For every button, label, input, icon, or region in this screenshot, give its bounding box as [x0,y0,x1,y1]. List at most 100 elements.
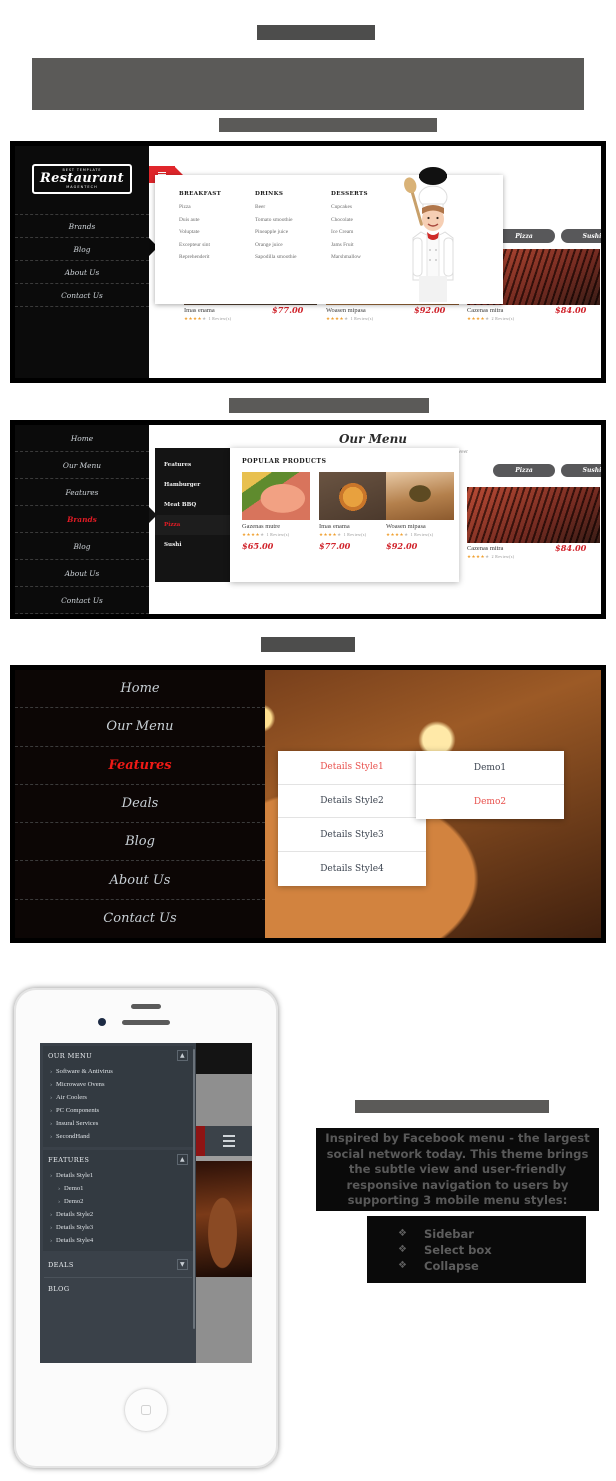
home-square-icon [141,1405,151,1415]
nav-item-contact-us[interactable]: Contact Us [15,900,265,938]
mobile-menu-item[interactable]: Air Coolers [43,1091,193,1104]
nav-item-features[interactable]: Features [15,747,265,785]
flyout-item-details-style4[interactable]: Details Style4 [278,852,426,886]
nav-item-deals[interactable]: Deals [15,785,265,824]
panel1-pill-sushi[interactable]: Sushi [561,229,601,243]
nav-item-blog[interactable]: Blog [15,238,149,261]
product-rating: ★★★★★ 2 Review(s) [467,554,515,559]
review-count: 1 Review(s) [343,533,367,537]
panel-megamenu-brands: Our Menu Lorem ipsum dolor sit amet, con… [10,420,606,619]
product-price: $77.00 [319,541,351,551]
mobile-menu-item[interactable]: Details Style4 [43,1234,193,1247]
submenu-item-meat-bbq[interactable]: Meat BBQ [155,495,230,515]
nav-item-about-us[interactable]: About Us [15,560,149,587]
mega-item[interactable]: Pineapple juice [255,229,331,235]
nav-item-our-menu[interactable]: Our Menu [15,452,149,479]
flyout-item-details-style1[interactable]: Details Style1 [278,751,426,785]
nav-item-about-us[interactable]: About Us [15,261,149,284]
mobile-menu-item[interactable]: SecondHand [43,1130,193,1143]
mobile-group-blog[interactable]: BLOG [40,1280,196,1298]
nav-item-about-us[interactable]: About Us [15,861,265,900]
mega-item[interactable]: Duis aute [179,217,255,223]
mobile-menu-item[interactable]: PC Components [43,1104,193,1117]
mobile-group-label: OUR MENU [48,1051,93,1060]
site-footer-strip [193,1277,252,1363]
mobile-group-deals[interactable]: DEALS ▼ [40,1254,196,1275]
mobile-menu-item[interactable]: Details Style2 [43,1208,193,1221]
submenu-item-features[interactable]: Features [155,455,230,475]
panel-vertical-menu-features: Home Our Menu Features Deals Blog About … [10,665,606,943]
bullet-item-collapse: ❖ Collapse [398,1258,588,1274]
mega-item[interactable]: Orange juice [255,242,331,248]
collapse-up-icon[interactable]: ▲ [177,1154,188,1165]
product-image [319,472,387,520]
submenu-item-sushi[interactable]: Sushi [155,535,230,555]
product-name: Cazenas mitra [467,307,504,314]
flyout-item-demo2[interactable]: Demo2 [416,785,564,819]
panel2-pill-sushi[interactable]: Sushi [561,464,601,477]
bullet-item-select-box: ❖ Select box [398,1242,588,1258]
flyout-item-details-style3[interactable]: Details Style3 [278,818,426,853]
nav-item-our-menu[interactable]: Our Menu [15,708,265,747]
nav-item-contact-us[interactable]: Contact Us [15,587,149,614]
panel2-pill-pizza[interactable]: Pizza [493,464,555,477]
popular-product-3[interactable]: Woasen mipasa ★★★★★ 1 Review(s) $92.00 [386,472,454,572]
nav-item-features[interactable]: Features [15,479,149,506]
mobile-menu-item[interactable]: Software & Antivirus [43,1065,193,1078]
submenu-item-pizza[interactable]: Pizza [155,515,230,535]
mega-item[interactable]: Sapodilla smoothie [255,254,331,260]
product-name: Woasen mipasa [326,307,366,314]
mobile-menu-scrollbar[interactable] [193,1049,195,1329]
phone-earpiece [131,1004,161,1009]
product-image [386,472,454,520]
popular-products-heading: POPULAR PRODUCTS [242,458,327,465]
panel2-page-title: Our Menu [338,432,408,446]
mobile-group-heading[interactable]: OUR MENU ▲ [43,1046,193,1065]
panel-megamenu-our-menu: Aliquam iaculis egestas laoreet Pizza Su… [10,141,606,383]
nav-item-home[interactable]: Home [15,425,149,452]
mobile-menu-subitem[interactable]: Demo1 [43,1182,193,1195]
info-bullet-list: ❖ Sidebar ❖ Select box ❖ Collapse [398,1226,588,1274]
mobile-menu-item[interactable]: Microwave Ovens [43,1078,193,1091]
mobile-group-heading[interactable]: FEATURES ▲ [43,1150,193,1169]
site-logo[interactable]: BEST TEMPLATE Restaurant MAGENTECH [15,146,149,212]
panel2-vertical-nav: Home Our Menu Features Brands Blog About… [15,425,149,614]
site-hamburger-button[interactable] [205,1126,252,1156]
flyout-item-details-style2[interactable]: Details Style2 [278,785,426,819]
expand-down-icon[interactable]: ▼ [177,1259,188,1270]
popular-product-2[interactable]: Imas enama ★★★★★ 1 Review(s) $77.00 [319,472,387,572]
mobile-menu-item[interactable]: Details Style1 [43,1169,193,1182]
mega-item[interactable]: Excepteur sint [179,242,255,248]
product-price: $92.00 [414,305,446,315]
review-count: 1 Review(s) [350,317,374,321]
product-rating: ★★★★★1 Review(s) [326,316,374,321]
nav-item-home[interactable]: Home [15,670,265,709]
mega-item[interactable]: Reprehenderit [179,254,255,260]
mobile-menu-item[interactable]: Insural Services [43,1117,193,1130]
review-count: 1 Review(s) [266,533,290,537]
mega-item[interactable]: Beer [255,204,331,210]
nav-item-brands[interactable]: Brands [15,506,149,533]
redacted-title-bar-3 [229,398,429,413]
redacted-title-bar-2 [219,118,437,132]
product-name: Imas enama [184,307,215,314]
product-rating: ★★★★★1 Review(s) [386,532,434,537]
mobile-menu-item[interactable]: Details Style3 [43,1221,193,1234]
phone-home-button[interactable] [124,1388,168,1432]
panel3-flyout-details: Details Style1 Details Style2 Details St… [278,751,426,886]
flyout-item-demo1[interactable]: Demo1 [416,751,564,785]
nav-item-contact-us[interactable]: Contact Us [15,284,149,307]
product-name: Gazenas mutre [242,523,281,530]
mobile-menu-subitem[interactable]: Demo2 [43,1195,193,1208]
panel2-bg-product-3[interactable]: Cazenas mitra ★★★★★ 2 Review(s) $84.00 [467,487,600,559]
mega-item[interactable]: Pizza [179,204,255,210]
nav-item-brands[interactable]: Brands [15,215,149,238]
submenu-item-hamburger[interactable]: Hamburger [155,475,230,495]
nav-item-blog[interactable]: Blog [15,823,265,862]
product-price: $65.00 [242,541,274,551]
mega-item[interactable]: Voluptate [179,229,255,235]
nav-item-blog[interactable]: Blog [15,533,149,560]
mega-item[interactable]: Tomato smoothie [255,217,331,223]
collapse-up-icon[interactable]: ▲ [177,1050,188,1061]
popular-product-1[interactable]: Gazenas mutre ★★★★★ 1 Review(s) $65.00 [242,472,310,572]
